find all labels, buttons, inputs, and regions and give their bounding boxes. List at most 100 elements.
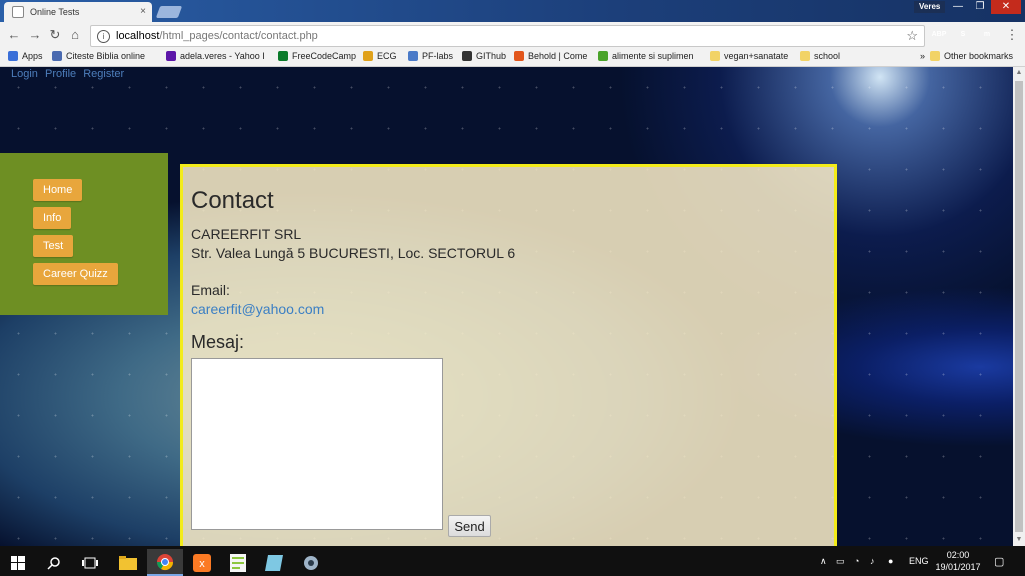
page-favicon-icon <box>12 6 24 18</box>
m-extension-icon[interactable]: m <box>979 27 995 43</box>
reload-icon[interactable]: ↻ <box>47 27 63 43</box>
browser-titlebar: Online Tests × Veres — ❐ ✕ <box>0 0 1025 22</box>
bookmark-label: FreeCodeCamp <box>292 51 357 61</box>
bookmark-item[interactable]: Apps <box>8 51 43 61</box>
bookmarks-bar: Apps Citeste Biblia online adela.veres - Y… <box>0 48 1025 67</box>
notepad-plus-plus-icon[interactable] <box>220 549 256 576</box>
bookmark-item[interactable]: PF-labs <box>408 51 453 61</box>
bookmark-label: school <box>814 51 841 61</box>
browser-toolbar: ← → ↻ ⌂ i localhost/html_pages/contact/c… <box>0 22 1025 48</box>
bookmark-item[interactable]: Behold | Come <box>514 51 587 61</box>
bookmark-label: Other bookmarks <box>944 51 1014 61</box>
adblock-extension-icon[interactable]: ABP <box>931 27 947 43</box>
close-window-button[interactable]: ✕ <box>991 0 1021 14</box>
bookmark-favicon-icon <box>408 51 418 61</box>
bookmark-favicon-icon <box>52 51 62 61</box>
clock-time: 02:00 <box>946 550 970 560</box>
bookmark-favicon-icon <box>906 51 916 61</box>
sidebar-nav: Home Info Test Career Quizz <box>0 153 168 315</box>
register-link[interactable]: Register <box>83 68 124 80</box>
maximize-button[interactable]: ❐ <box>969 0 991 14</box>
tab-online-tests[interactable]: Online Tests × <box>4 2 152 22</box>
bookmark-item[interactable]: alimente si suplimen <box>598 51 694 61</box>
account-links: Login Profile Register <box>11 68 128 80</box>
bookmark-label: GIThub <box>476 51 507 61</box>
bookmark-favicon-icon <box>363 51 373 61</box>
notes-app-icon[interactable] <box>256 549 292 576</box>
bookmark-item[interactable]: » <box>906 51 925 61</box>
gear-app-icon[interactable] <box>293 549 329 576</box>
forward-arrow-icon[interactable]: → <box>27 27 43 42</box>
bookmark-star-icon[interactable]: ☆ <box>906 28 918 44</box>
login-link[interactable]: Login <box>11 68 38 80</box>
nav-home-button[interactable]: Home <box>33 179 83 201</box>
bookmark-item[interactable]: school <box>800 51 840 61</box>
page-viewport: Login Profile Register Home Info Test Ca… <box>0 67 1013 546</box>
bookmark-favicon-icon <box>462 51 472 61</box>
svg-text:x: x <box>199 558 205 570</box>
bookmark-item[interactable]: vegan+sanatate <box>710 51 788 61</box>
skype-extension-icon[interactable]: S <box>955 27 971 43</box>
bookmark-item[interactable]: Other bookmarks <box>930 51 1013 61</box>
home-icon[interactable]: ⌂ <box>67 27 83 42</box>
profile-link[interactable]: Profile <box>45 68 76 80</box>
bookmark-favicon-icon <box>598 51 608 61</box>
bookmark-item[interactable]: FreeCodeCamp <box>278 51 356 61</box>
nav-test-button[interactable]: Test <box>33 235 74 257</box>
email-label: Email: <box>191 282 230 298</box>
windows-taskbar: x ∧ ▭ ◔ ♪ ● ENG 02:00 19/01/2017 ▢ <box>0 546 1025 576</box>
site-info-icon[interactable]: i <box>97 29 110 43</box>
bookmark-favicon-icon <box>800 51 810 61</box>
company-name: CAREERFIT SRL <box>191 226 302 242</box>
browser-menu-icon[interactable]: ⋮ <box>1004 27 1020 43</box>
send-button[interactable]: Send <box>448 515 491 537</box>
minimize-button[interactable]: — <box>947 0 969 14</box>
tab-title: Online Tests <box>30 7 80 17</box>
bookmark-favicon-icon <box>278 51 288 61</box>
bookmark-label: » <box>920 51 926 61</box>
message-label: Mesaj: <box>191 332 245 352</box>
weather-moon-icon[interactable]: ● <box>888 546 893 576</box>
volume-icon[interactable]: ♪ <box>870 546 875 576</box>
start-windows-icon[interactable] <box>0 549 36 576</box>
scroll-up-arrow-icon[interactable]: ▲ <box>1013 67 1025 79</box>
bookmark-favicon-icon <box>710 51 720 61</box>
wifi-icon[interactable]: ◔ <box>854 546 859 576</box>
nav-career-quizz-button[interactable]: Career Quizz <box>33 263 118 285</box>
scroll-down-arrow-icon[interactable]: ▼ <box>1013 534 1025 546</box>
notifications-icon[interactable]: ▢ <box>994 546 1004 576</box>
xampp-icon[interactable]: x <box>184 549 220 576</box>
bookmark-favicon-icon <box>166 51 176 61</box>
email-link[interactable]: careerfit@yahoo.com <box>191 301 324 317</box>
bookmark-favicon-icon <box>8 51 18 61</box>
task-view-icon[interactable] <box>72 549 108 576</box>
nav-info-button[interactable]: Info <box>33 207 72 229</box>
profile-user-badge[interactable]: Veres <box>914 1 946 13</box>
system-clock[interactable]: 02:00 19/01/2017 <box>930 549 986 573</box>
page-scrollbar[interactable]: ▲ ▼ <box>1013 67 1025 546</box>
bookmark-item[interactable]: adela.veres - Yahoo I <box>166 51 265 61</box>
url-host: localhost <box>116 30 160 42</box>
new-tab-button[interactable] <box>155 6 183 18</box>
battery-icon[interactable]: ▭ <box>836 546 845 576</box>
back-arrow-icon[interactable]: ← <box>6 27 22 42</box>
address-bar[interactable]: i localhost/html_pages/contact/contact.p… <box>90 25 925 47</box>
clock-date: 19/01/2017 <box>935 562 981 572</box>
chrome-icon[interactable] <box>147 549 183 576</box>
company-address: Str. Valea Lungă 5 BUCURESTI, Loc. SECTO… <box>191 245 516 261</box>
show-hidden-icons-icon[interactable]: ∧ <box>820 546 827 576</box>
tab-close-icon[interactable]: × <box>140 6 146 17</box>
message-textarea[interactable] <box>191 358 443 530</box>
search-icon[interactable] <box>36 549 72 576</box>
language-indicator[interactable]: ENG <box>909 546 929 576</box>
bookmark-label: Citeste Biblia online <box>66 51 146 61</box>
file-explorer-icon[interactable] <box>110 549 146 576</box>
bookmark-label: Behold | Come <box>528 51 588 61</box>
scrollbar-thumb[interactable] <box>1015 81 1023 532</box>
page-title: Contact <box>191 187 274 214</box>
bookmark-item[interactable]: GIThub <box>462 51 506 61</box>
bookmark-label: vegan+sanatate <box>724 51 789 61</box>
url-path: /html_pages/contact/contact.php <box>159 30 318 42</box>
bookmark-item[interactable]: ECG <box>363 51 397 61</box>
bookmark-item[interactable]: Citeste Biblia online <box>52 51 145 61</box>
